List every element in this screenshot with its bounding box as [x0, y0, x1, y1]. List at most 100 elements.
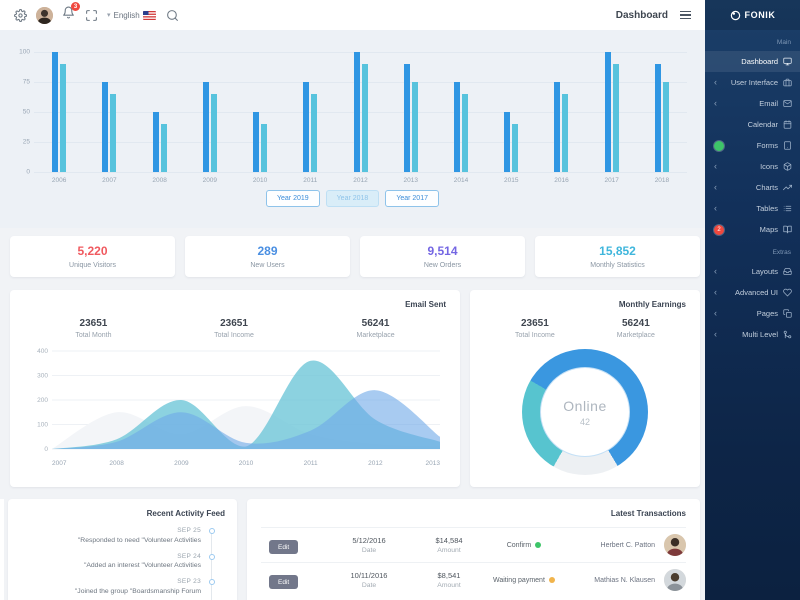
area-chart-svg: 0100200300400200720082009201020112012201… — [24, 343, 446, 471]
sidebar-item-advanced-ui[interactable]: ‹Advanced UI — [705, 282, 800, 303]
fullscreen-icon[interactable] — [85, 9, 98, 22]
stat-value: 5,220 — [10, 244, 175, 258]
activity-text: "Added an interest "Volunteer Activities — [20, 562, 201, 569]
bar-series-b[interactable] — [462, 94, 468, 172]
sidebar-item-multi-level[interactable]: ‹Multi Level — [705, 324, 800, 345]
edit-button[interactable]: Edit — [269, 575, 298, 589]
sidebar-item-label: User Interface — [731, 78, 778, 87]
bar-series-b[interactable] — [663, 82, 669, 172]
svg-text:2008: 2008 — [109, 460, 124, 467]
copy-icon — [783, 309, 792, 318]
sidebar-item-user-interface[interactable]: ‹ User Interface — [705, 72, 800, 93]
year-2018-button[interactable]: Year 2018 — [326, 190, 380, 207]
menu-toggle-icon[interactable] — [680, 11, 691, 20]
sidebar-item-calendar[interactable]: Calendar — [705, 114, 800, 135]
sidebar-item-maps[interactable]: 2Maps — [705, 219, 800, 240]
sidebar-item-icons[interactable]: ‹Icons — [705, 156, 800, 177]
latest-transactions-card: Latest Transactions Edit 5/12/2016 Date … — [247, 499, 700, 600]
bar-series-a[interactable] — [454, 82, 460, 172]
bar-series-a[interactable] — [303, 82, 309, 172]
us-flag-icon — [143, 11, 156, 20]
bar-group-2006: 2006 — [34, 52, 84, 172]
monitor-icon — [783, 57, 792, 66]
mini-stat-total-income: 23651 Total Income — [515, 318, 555, 339]
bar-series-a[interactable] — [655, 64, 661, 172]
svg-text:300: 300 — [37, 373, 48, 380]
bar-series-a[interactable] — [102, 82, 108, 172]
bar-series-b[interactable] — [110, 94, 116, 172]
sidebar-nav: Main Dashboard ‹User Interface ‹Email Ca… — [705, 30, 800, 345]
brand-name: FONIK — [745, 10, 776, 20]
transaction-date: 5/12/2016 — [325, 536, 413, 545]
sidebar-item-label: Forms — [757, 141, 778, 150]
status-dot-icon — [549, 577, 555, 583]
bar-series-a[interactable] — [605, 52, 611, 172]
bar-series-b[interactable] — [362, 64, 368, 172]
bar-series-a[interactable] — [554, 82, 560, 172]
notifications-button[interactable]: 3 — [62, 6, 75, 24]
bar-series-a[interactable] — [153, 112, 159, 172]
mini-stat-label: Marketplace — [357, 332, 395, 339]
search-icon[interactable] — [166, 9, 179, 22]
recent-activity-title: Recent Activity Feed — [20, 509, 225, 518]
bar-series-b[interactable] — [60, 64, 66, 172]
gear-icon[interactable] — [14, 9, 27, 22]
svg-text:200: 200 — [37, 397, 48, 404]
activity-timeline: SEP 25 "Responded to need "Volunteer Act… — [20, 527, 225, 595]
email-sent-stats: 23651 Total Month 23651 Total Income 562… — [24, 318, 446, 339]
year-2017-button[interactable]: Year 2017 — [385, 190, 439, 207]
y-axis-tick: 100 — [8, 49, 30, 56]
activity-text: "Joined the group "Boardsmanship Forum — [20, 588, 201, 595]
bar-series-b[interactable] — [512, 124, 518, 172]
bar-series-a[interactable] — [203, 82, 209, 172]
transaction-date-label: Date — [325, 547, 413, 554]
bar-group-2013: 2013 — [386, 52, 436, 172]
bar-series-b[interactable] — [261, 124, 267, 172]
year-2019-button[interactable]: Year 2019 — [266, 190, 320, 207]
sidebar-item-charts[interactable]: ‹Charts — [705, 177, 800, 198]
bar-series-b[interactable] — [412, 82, 418, 172]
transaction-avatar — [664, 534, 686, 556]
brand-logo-icon — [730, 10, 741, 21]
sidebar-item-forms[interactable]: Forms — [705, 135, 800, 156]
language-selector[interactable]: ▾ English — [107, 11, 156, 20]
sidebar-item-email[interactable]: ‹Email — [705, 93, 800, 114]
bar-group-2016: 2016 — [536, 52, 586, 172]
sidebar-item-layouts[interactable]: ‹Layouts — [705, 261, 800, 282]
bar-series-a[interactable] — [52, 52, 58, 172]
stat-card-new-orders: 9,514 New Orders — [360, 236, 525, 277]
y-axis-tick: 75 — [8, 79, 30, 86]
bar-series-b[interactable] — [613, 64, 619, 172]
bar-series-b[interactable] — [161, 124, 167, 172]
sidebar-item-label: Email — [759, 99, 778, 108]
edit-button[interactable]: Edit — [269, 540, 298, 554]
bar-series-b[interactable] — [311, 94, 317, 172]
bar-group-2008: 2008 — [134, 52, 184, 172]
bar-series-b[interactable] — [211, 94, 217, 172]
git-merge-icon — [783, 330, 792, 339]
activity-item[interactable]: SEP 23 "Joined the group "Boardsmanship … — [20, 578, 225, 595]
brand[interactable]: FONIK — [705, 0, 800, 30]
nav-badge — [714, 141, 724, 151]
sidebar-item-dashboard[interactable]: Dashboard — [705, 51, 800, 72]
activity-item[interactable]: SEP 25 "Responded to need "Volunteer Act… — [20, 527, 225, 544]
bar-groups: 2006200720082009201020112012201320142015… — [34, 52, 687, 172]
chevron-left-icon: ‹ — [714, 78, 723, 87]
sidebar: FONIK Main Dashboard ‹User Interface ‹Em… — [705, 0, 800, 600]
tablet-icon — [783, 141, 792, 150]
sidebar-item-pages[interactable]: ‹Pages — [705, 303, 800, 324]
bar-series-a[interactable] — [404, 64, 410, 172]
mini-stat-value: 23651 — [214, 318, 254, 329]
bar-series-b[interactable] — [562, 94, 568, 172]
bar-series-a[interactable] — [354, 52, 360, 172]
timeline-dot-icon — [209, 554, 215, 560]
y-axis-tick: 50 — [8, 109, 30, 116]
recent-activity-card: Recent Activity Feed SEP 25 "Responded t… — [8, 499, 237, 600]
sidebar-item-tables[interactable]: ‹Tables — [705, 198, 800, 219]
user-avatar[interactable] — [36, 7, 53, 24]
bar-series-a[interactable] — [504, 112, 510, 172]
activity-item[interactable]: SEP 24 "Added an interest "Volunteer Act… — [20, 553, 225, 570]
sidebar-item-label: Multi Level — [742, 330, 778, 339]
bar-series-a[interactable] — [253, 112, 259, 172]
bar-group-2009: 2009 — [185, 52, 235, 172]
